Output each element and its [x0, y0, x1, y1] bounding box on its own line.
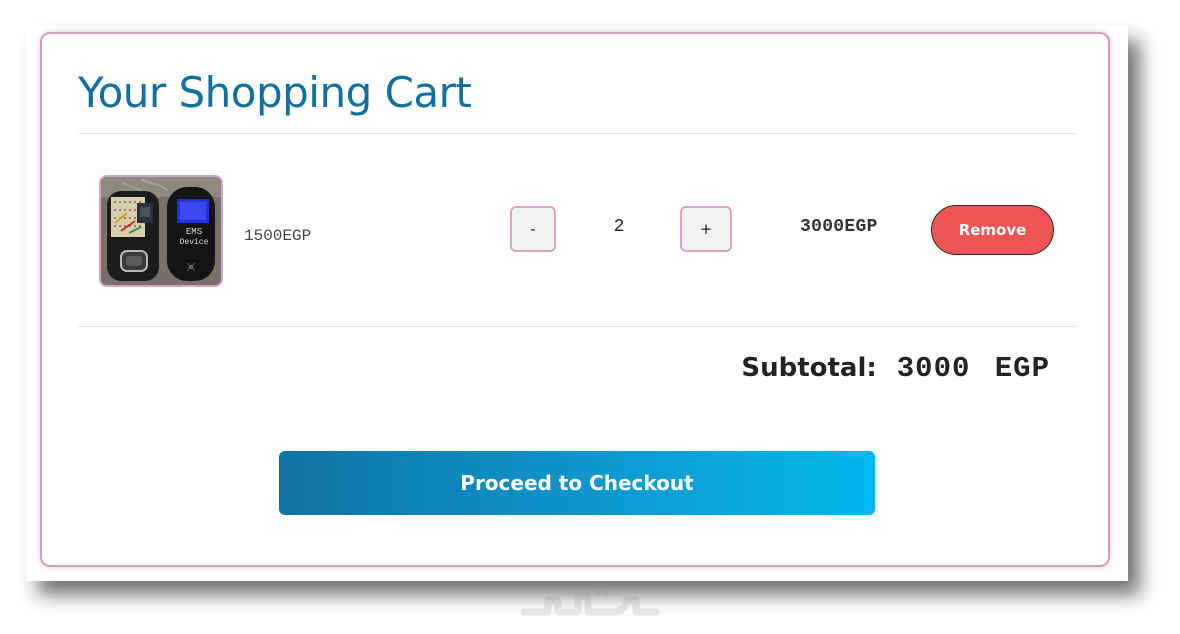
- line-total-price: 3000EGP: [800, 217, 878, 237]
- header-divider: [78, 133, 1078, 134]
- watermark-logo-icon: [518, 586, 662, 622]
- shopping-cart-card: Your Shopping Cart EMS Device 1500EGP - …: [40, 32, 1110, 567]
- items-divider: [78, 326, 1078, 327]
- proceed-to-checkout-button[interactable]: Proceed to Checkout: [279, 451, 875, 515]
- quantity-value: 2: [613, 217, 625, 237]
- unit-price: 1500EGP: [244, 227, 312, 245]
- product-image: EMS Device: [99, 175, 223, 287]
- decrease-quantity-button[interactable]: -: [510, 206, 556, 252]
- svg-text:Device: Device: [180, 238, 209, 247]
- svg-text:EMS: EMS: [186, 227, 202, 237]
- screenshot-frame: Your Shopping Cart EMS Device 1500EGP - …: [26, 26, 1128, 581]
- page-title: Your Shopping Cart: [78, 68, 472, 117]
- subtotal-row: Subtotal: 3000 EGP: [741, 352, 1050, 385]
- remove-item-button[interactable]: Remove: [931, 205, 1054, 255]
- subtotal-value: 3000 EGP: [896, 352, 1050, 385]
- increase-quantity-button[interactable]: +: [680, 206, 732, 252]
- subtotal-label: Subtotal:: [741, 353, 877, 383]
